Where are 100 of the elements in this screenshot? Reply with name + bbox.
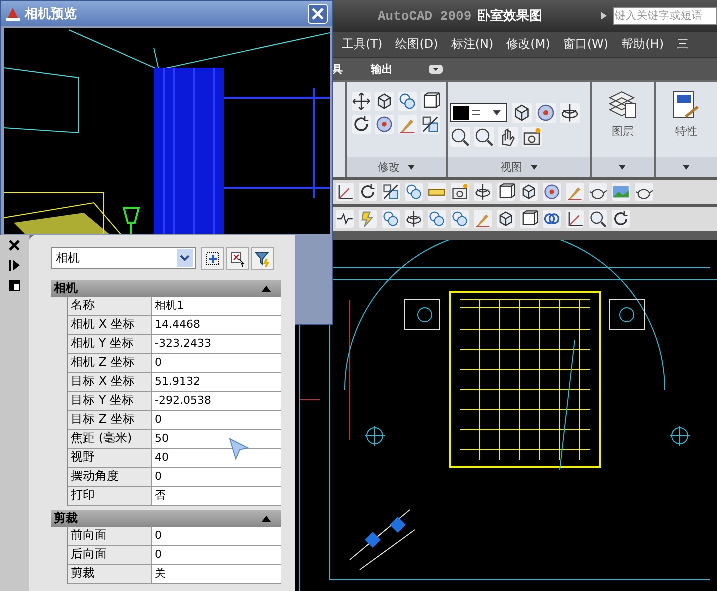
property-value[interactable]: -292.0538	[152, 392, 281, 410]
wave-icon[interactable]	[336, 210, 354, 228]
layers-icon[interactable]	[608, 90, 638, 120]
property-value[interactable]: -323.2433	[152, 335, 281, 353]
caret-icon[interactable]	[408, 164, 415, 170]
menu-item[interactable]: 标注(N)	[451, 36, 494, 53]
select-objects-button[interactable]	[226, 247, 249, 270]
circles-icon[interactable]	[382, 210, 400, 228]
orbit-icon[interactable]	[405, 210, 423, 228]
menu-item[interactable]: 窗口(W)	[563, 36, 609, 53]
ribbon-tab[interactable]: 输出	[371, 62, 393, 76]
sphere-icon[interactable]	[375, 115, 394, 134]
close-icon[interactable]	[9, 240, 20, 251]
circles-icon[interactable]	[405, 183, 423, 201]
hand-icon[interactable]	[498, 126, 518, 146]
panel-title: 视图	[500, 160, 523, 174]
property-name: 目标 X 坐标	[68, 373, 152, 391]
property-value[interactable]: 0	[152, 546, 281, 564]
property-name: 相机 Z 坐标	[68, 354, 152, 372]
property-value[interactable]: 51.9132	[152, 373, 281, 391]
select-objects-icon[interactable]	[230, 250, 246, 266]
brush-icon[interactable]	[566, 183, 584, 201]
property-name: 视野	[68, 449, 152, 467]
panel-title: 修改	[378, 160, 400, 174]
box-icon[interactable]	[520, 210, 538, 228]
app-name: AutoCAD 2009	[378, 8, 472, 24]
caret-icon[interactable]	[619, 164, 626, 170]
property-name: 相机 X 坐标	[68, 316, 152, 334]
ruler-icon[interactable]	[428, 183, 446, 201]
menu-item[interactable]: 修改(M)	[506, 36, 550, 53]
zoom-icon[interactable]	[589, 210, 607, 228]
close-button[interactable]	[308, 4, 328, 24]
cube-icon[interactable]	[497, 210, 515, 228]
quick-select-button[interactable]	[201, 247, 224, 270]
orbit-icon[interactable]	[474, 183, 492, 201]
scale-icon[interactable]	[382, 183, 400, 201]
cube-icon[interactable]	[375, 92, 394, 111]
scale-icon[interactable]	[421, 115, 440, 134]
property-name: 后向面	[68, 546, 152, 564]
axes-icon[interactable]	[566, 210, 584, 228]
cube-icon[interactable]	[520, 183, 538, 201]
property-value[interactable]: 0	[152, 411, 281, 429]
move-icon[interactable]	[352, 92, 372, 111]
property-name: 目标 Y 坐标	[68, 392, 152, 410]
property-value[interactable]: 0	[152, 468, 281, 486]
brush-icon[interactable]	[474, 210, 492, 228]
properties-icon[interactable]	[9, 280, 20, 291]
search-field[interactable]: 键入关键字或短语	[613, 7, 717, 25]
dropdown-icon[interactable]	[429, 64, 443, 74]
property-name: 前向面	[68, 527, 152, 545]
rings-icon[interactable]	[543, 210, 561, 228]
property-value[interactable]: 14.4468	[152, 316, 281, 334]
menu-item[interactable]: 帮助(H)	[622, 36, 664, 53]
caret-icon[interactable]	[530, 164, 538, 170]
menu-item[interactable]: 三	[677, 36, 689, 53]
camera-icon[interactable]	[451, 183, 469, 201]
circles-icon[interactable]	[451, 210, 469, 228]
object-type-dropdown[interactable]: 相机	[51, 247, 196, 269]
circles-icon[interactable]	[398, 92, 418, 111]
filter-button[interactable]	[251, 247, 274, 270]
collapse-arrow-icon[interactable]	[262, 286, 271, 292]
property-value[interactable]: 40	[152, 449, 281, 467]
auto-hide-icon[interactable]	[9, 260, 20, 271]
zoom-icon[interactable]	[474, 126, 494, 146]
rotate-icon[interactable]	[612, 210, 630, 228]
caret-icon[interactable]	[682, 164, 690, 170]
menu-item[interactable]: 工具(T)	[342, 36, 383, 53]
axes-icon[interactable]	[336, 183, 354, 201]
sphere-icon[interactable]	[543, 183, 561, 201]
property-value[interactable]: 关	[152, 565, 281, 583]
circles-icon[interactable]	[428, 210, 446, 228]
rotate-icon[interactable]	[352, 115, 372, 134]
rotate-icon[interactable]	[359, 183, 377, 201]
camera-icon[interactable]	[522, 126, 542, 146]
ribbon-tab[interactable]: 具	[332, 62, 343, 76]
landscape-icon[interactable]	[612, 183, 630, 201]
cube-icon[interactable]	[512, 102, 532, 122]
section-header[interactable]: 剪裁	[51, 510, 281, 527]
property-name: 焦距 (毫米)	[68, 430, 152, 448]
light-icon[interactable]	[359, 210, 377, 228]
collapse-arrow-icon[interactable]	[262, 516, 271, 522]
box-icon[interactable]	[421, 92, 440, 111]
zoom-icon[interactable]	[450, 126, 470, 146]
sphere-icon[interactable]	[536, 102, 556, 122]
caret-icon[interactable]	[177, 249, 193, 267]
menu-item[interactable]: 绘图(D)	[396, 36, 438, 53]
property-name: 摆动角度	[68, 468, 152, 486]
property-value[interactable]: 否	[152, 487, 281, 505]
property-value[interactable]: 0	[152, 354, 281, 372]
filter-icon[interactable]	[254, 250, 270, 266]
box-icon[interactable]	[497, 183, 515, 201]
property-value[interactable]: 相机1	[152, 297, 281, 315]
visual-style-icon[interactable]	[450, 102, 508, 122]
properties-icon[interactable]	[671, 90, 702, 120]
quick-select-icon[interactable]	[204, 250, 220, 266]
property-value[interactable]: 50	[152, 430, 281, 448]
property-name: 打印	[68, 487, 152, 505]
property-value[interactable]: 0	[152, 527, 281, 545]
section-header[interactable]: 相机	[51, 280, 281, 297]
orbit-icon[interactable]	[560, 102, 580, 122]
